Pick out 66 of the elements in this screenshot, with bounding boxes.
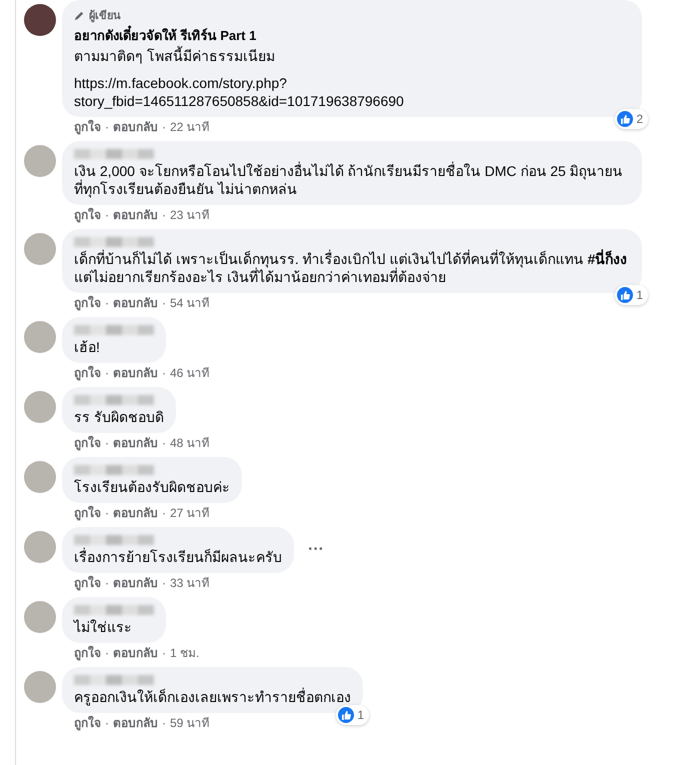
separator-dot: · (162, 645, 166, 661)
comment-link[interactable]: https://m.facebook.com/story.php?story_fbid=146511287650858&id=101719638796690 (74, 74, 404, 110)
comment-time[interactable]: 22 นาที (170, 119, 210, 135)
separator-dot: · (105, 365, 109, 381)
action-link[interactable]: ตอบกลับ (113, 505, 158, 521)
separator-dot: · (105, 435, 109, 451)
action-link[interactable]: ถูกใจ (74, 435, 101, 451)
commenter-name[interactable]: อยากดังเดี๋ยวจัดให้ รีเทิร์น Part 1 (74, 25, 630, 46)
separator-dot: · (105, 575, 109, 591)
author-label: ผู้เขียน (89, 8, 121, 24)
comment-text: ตามมาติดๆ โพสนี้มีค่าธรรมเนียม (74, 47, 276, 65)
comment-text: เรื่องการย้ายโรงเรียนก็มีผลนะครับ (74, 548, 282, 566)
comment-text: รร รับผิดชอบดิ (74, 408, 164, 426)
comment-time[interactable]: 48 นาที (170, 435, 210, 451)
separator-dot: · (105, 645, 109, 661)
separator-dot: · (162, 575, 166, 591)
action-link[interactable]: ถูกใจ (74, 715, 101, 731)
action-link[interactable]: ตอบกลับ (113, 295, 158, 311)
action-link[interactable]: ตอบกลับ (113, 119, 158, 135)
separator-dot: · (162, 295, 166, 311)
separator-dot: · (162, 505, 166, 521)
comment-time[interactable]: 54 นาที (170, 295, 210, 311)
separator-dot: · (105, 119, 109, 135)
action-link[interactable]: ตอบกลับ (113, 207, 158, 223)
thumbs-up-icon (342, 710, 351, 720)
pencil-icon (74, 10, 85, 20)
comment-text: โรงเรียนต้องรับผิดชอบค่ะ (74, 478, 230, 496)
action-link[interactable]: ถูกใจ (74, 575, 101, 591)
separator-dot: · (162, 207, 166, 223)
comment-text: ไม่ใช่แระ (74, 618, 133, 636)
comment-text: เงิน 2,000 จะโยกหรือโอนไปใช้อย่างอื่นไม่ได้ ถ้านักเรียนมีรายชื่อใน DMC ก่อน 25 มิถุนายน ที่ทุกโรงเรียนต้องยืนยัน ไม่น่าตกหล่น (74, 162, 624, 198)
action-link[interactable]: ถูกใจ (74, 365, 101, 381)
action-link[interactable]: ตอบกลับ (113, 715, 158, 731)
thumbs-up-icon (620, 290, 630, 300)
reaction-count[interactable]: 1 (336, 705, 369, 725)
separator-dot: · (162, 435, 166, 451)
comment-time[interactable]: 23 นาที (170, 207, 210, 223)
separator-dot: · (162, 365, 166, 381)
action-link[interactable]: ถูกใจ (74, 207, 101, 223)
action-link[interactable]: ตอบกลับ (113, 435, 158, 451)
separator-dot: · (162, 715, 166, 731)
thumbs-up-icon (620, 114, 630, 124)
action-link[interactable]: ตอบกลับ (113, 575, 158, 591)
comment-time[interactable]: 59 นาที (170, 715, 210, 731)
reaction-count[interactable]: 2 (615, 109, 648, 129)
separator-dot: · (105, 295, 109, 311)
action-link[interactable]: ตอบกลับ (113, 645, 158, 661)
action-link[interactable]: ถูกใจ (74, 119, 101, 135)
comment-text: เฮ้อ! (74, 338, 101, 356)
comment-time[interactable]: 46 นาที (170, 365, 210, 381)
comment-text: ครูออกเงินให้เด็กเองเลยเพราะทำรายชื่อตกเอง (74, 688, 351, 706)
separator-dot: · (162, 119, 166, 135)
separator-dot: · (105, 715, 109, 731)
action-link[interactable]: ถูกใจ (74, 645, 101, 661)
separator-dot: · (105, 505, 109, 521)
action-link[interactable]: ถูกใจ (74, 295, 101, 311)
action-link[interactable]: ตอบกลับ (113, 365, 158, 381)
comment-time[interactable]: 1 ชม. (170, 645, 200, 661)
avatar[interactable] (24, 4, 56, 36)
action-link[interactable]: ถูกใจ (74, 505, 101, 521)
more-options[interactable]: ··· (308, 541, 324, 559)
comment-time[interactable]: 33 นาที (170, 575, 210, 591)
comment-text: เด็กที่บ้านก็ไม่ได้ เพราะเป็นเด็กทุนรร. ทำเรื่องเบิกไป แต่เงินไปได้ที่คนที่ให้ทุนเด็กแทน #นี่ก็งง แต่ไม่อยากเรียกร้องอะไร เงินที่ได้มาน้อยกว่าค่าเทอมที่ต้องจ่าย (74, 250, 628, 286)
separator-dot: · (105, 207, 109, 223)
comment-time[interactable]: 27 นาที (170, 505, 210, 521)
reaction-count[interactable]: 1 (615, 285, 648, 305)
